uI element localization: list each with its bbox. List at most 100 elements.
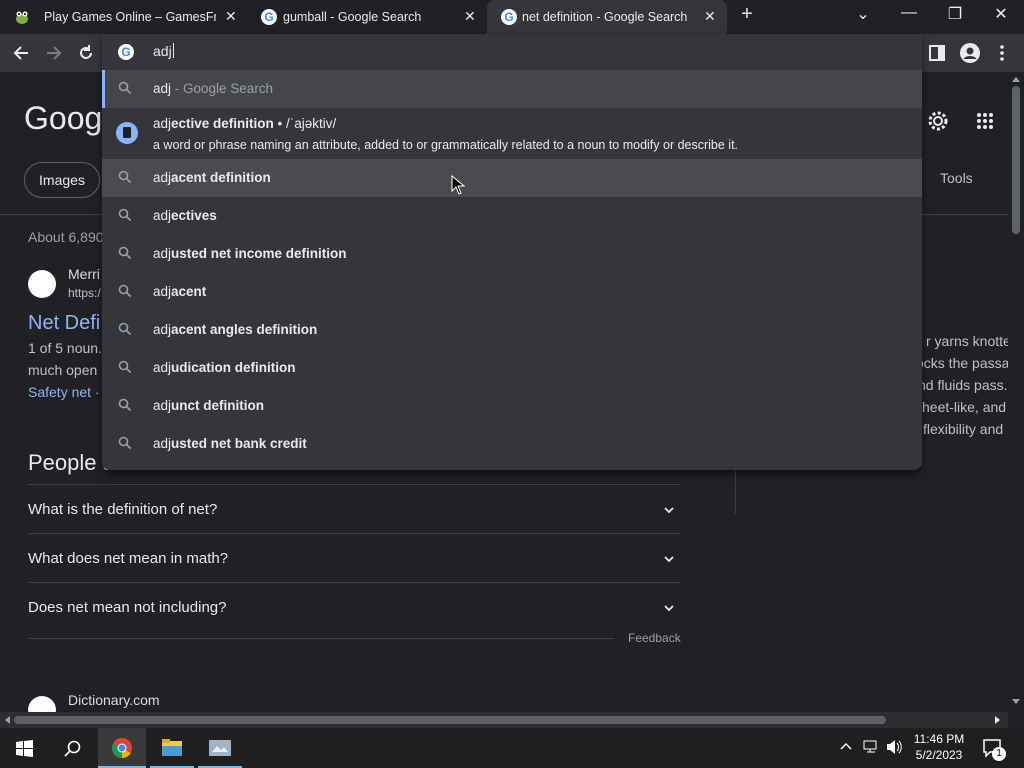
search-icon (118, 398, 132, 412)
suggestion-typed-text: adj (153, 322, 172, 337)
file-explorer-icon[interactable] (150, 732, 194, 766)
taskbar-chrome-button[interactable] (98, 728, 146, 768)
result-site-name[interactable]: Dictionary.com (68, 692, 160, 708)
suggestion-item[interactable]: adjacent definition (102, 159, 922, 197)
settings-gear-icon[interactable] (926, 109, 950, 133)
suggestion-completion: acent angles definition (171, 322, 318, 337)
result-title-link[interactable]: Net Defi (28, 312, 100, 335)
selection-indicator (102, 70, 105, 108)
search-icon (118, 436, 132, 450)
knowledge-panel-text: ocks the passa (916, 355, 1010, 371)
network-icon[interactable] (863, 740, 881, 754)
search-icon (118, 360, 132, 374)
panel-divider (735, 470, 736, 514)
suggestion-typed-text: adj (153, 398, 172, 413)
scroll-down-arrow-icon[interactable] (1012, 699, 1020, 705)
suggestion-text: adjective definition • /ˈajəktiv/ (153, 116, 336, 131)
tools-button[interactable]: Tools (940, 170, 973, 186)
result-url[interactable]: https:/ (68, 286, 101, 300)
suggestion-text: adjacent (153, 284, 206, 299)
knowledge-panel-text: r yarns knotted (926, 333, 1019, 349)
tab-search-icon[interactable]: ⌄ (840, 4, 886, 24)
chrome-icon (112, 738, 132, 759)
tab-close-icon[interactable]: ✕ (464, 8, 476, 25)
suggestion-typed-text: adj (153, 170, 172, 185)
result-site-name[interactable]: Merri (68, 266, 100, 282)
new-tab-button[interactable]: + (724, 3, 770, 26)
chevron-down-icon (664, 605, 674, 612)
minimize-button[interactable]: — (886, 4, 932, 22)
scroll-left-arrow-icon[interactable] (4, 716, 10, 724)
forward-icon[interactable] (45, 44, 63, 62)
result-snippet: much open (28, 362, 98, 378)
suggestion-typed-text: adj (153, 436, 172, 451)
suggestion-completion: ective definition (171, 116, 274, 131)
suggestion-dictionary-answer[interactable]: adjective definition • /ˈajəktiv/ a word… (102, 108, 922, 159)
suggestion-item[interactable]: adjacent (102, 273, 922, 311)
scroll-right-arrow-icon[interactable] (995, 716, 1001, 724)
maximize-button[interactable]: ❐ (932, 4, 978, 24)
knowledge-panel-text: flexibility and (923, 421, 1004, 437)
tab-title: net definition - Google Search (522, 10, 688, 24)
horizontal-scrollbar-thumb[interactable] (14, 716, 886, 724)
google-logo[interactable]: Googl (24, 100, 109, 137)
suggestion-text: adjunct definition (153, 398, 264, 413)
suggestion-item[interactable]: adjusted net bank credit (102, 425, 922, 463)
suggestion-completion: usted net income definition (171, 246, 347, 261)
omnibox-input[interactable]: adj (153, 43, 174, 59)
taskbar-app-icon[interactable] (198, 732, 242, 766)
mouse-cursor-icon (451, 175, 465, 195)
taskbar-clock[interactable]: 11:46 PM 5/2/2023 (904, 731, 974, 763)
chevron-up-icon[interactable] (840, 742, 852, 750)
knowledge-panel-text: nd fluids pass. (918, 377, 1008, 393)
scroll-up-arrow-icon[interactable] (1012, 76, 1020, 82)
tab-close-icon[interactable]: ✕ (225, 8, 237, 25)
suggestion-item[interactable]: adj - Google Search (102, 70, 922, 108)
tab-gamesfrog[interactable]: Play Games Online – GamesFrog ✕ (0, 0, 245, 34)
suggestion-item[interactable]: adjunct definition (102, 387, 922, 425)
google-icon: G (501, 9, 517, 25)
suggestion-item[interactable]: adjectives (102, 197, 922, 235)
paa-question[interactable]: Does net mean not including? (28, 582, 680, 631)
suggestion-completion: unct definition (171, 398, 264, 413)
paa-question[interactable]: What is the definition of net? (28, 484, 680, 533)
windows-start-icon[interactable] (2, 732, 46, 766)
suggestion-completion: acent definition (171, 170, 271, 185)
close-window-button[interactable]: ✕ (978, 4, 1024, 24)
tab-title: Play Games Online – GamesFrog (44, 10, 216, 24)
suggestion-completion: ectives (171, 208, 217, 223)
knowledge-panel-text: heet-like, and p (922, 399, 1018, 415)
tab-gumball[interactable]: G gumball - Google Search ✕ (247, 0, 487, 34)
chevron-down-icon (664, 507, 674, 514)
suggestion-item[interactable]: adjusted net income definition (102, 235, 922, 273)
tab-close-icon[interactable]: ✕ (704, 8, 716, 25)
merriam-webster-favicon (28, 270, 56, 298)
suggestion-text: adjusted net income definition (153, 246, 347, 261)
reload-icon[interactable] (77, 44, 95, 62)
search-icon (118, 246, 132, 260)
vertical-scrollbar-thumb[interactable] (1012, 86, 1020, 234)
suggestion-typed-text: adj (153, 360, 172, 375)
feedback-link[interactable]: Feedback (628, 631, 681, 645)
suggestion-item[interactable]: adjudication definition (102, 349, 922, 387)
result-sitelink[interactable]: Safety net · (28, 384, 100, 400)
search-icon (118, 170, 132, 184)
search-icon[interactable] (50, 732, 94, 766)
images-filter-chip[interactable]: Images (24, 162, 100, 198)
tab-net-definition[interactable]: G net definition - Google Search ✕ (487, 0, 727, 34)
menu-icon[interactable] (999, 44, 1005, 62)
back-icon[interactable] (12, 44, 30, 62)
suggestion-item[interactable]: adjacent angles definition (102, 311, 922, 349)
paa-question-text: Does net mean not including? (28, 599, 227, 616)
notification-badge: 1 (992, 747, 1006, 761)
suggestion-completion: udication definition (171, 360, 296, 375)
side-panel-icon[interactable] (929, 45, 945, 61)
clock-time: 11:46 PM (913, 732, 965, 746)
profile-icon[interactable] (960, 43, 980, 63)
search-icon (118, 208, 132, 222)
volume-icon[interactable] (886, 739, 904, 755)
google-apps-icon[interactable] (976, 112, 994, 130)
clock-date: 5/2/2023 (915, 748, 963, 762)
paa-question[interactable]: What does net mean in math? (28, 533, 680, 582)
search-icon (118, 284, 132, 298)
